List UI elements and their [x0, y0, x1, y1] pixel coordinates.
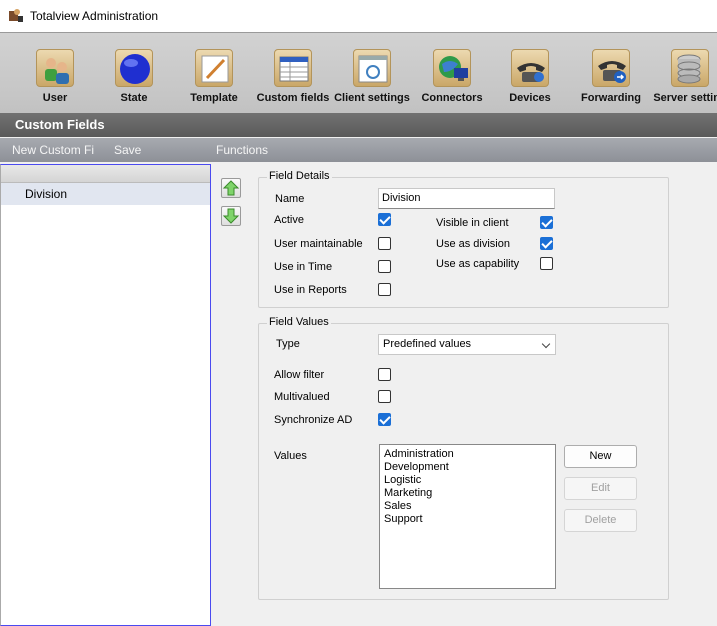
section-title: Custom Fields	[0, 113, 717, 137]
toolbar-server-setting-button[interactable]: Server setting	[650, 49, 717, 104]
delete-value-button[interactable]: Delete	[564, 509, 637, 532]
values-list-item[interactable]: Support	[384, 513, 555, 526]
type-select[interactable]: Predefined values	[378, 334, 556, 355]
use-in-time-checkbox[interactable]	[378, 260, 391, 273]
new-value-button[interactable]: New	[564, 445, 637, 468]
custom-fields-icon	[274, 49, 312, 87]
values-list-item[interactable]: Administration	[384, 448, 555, 461]
client-settings-icon	[353, 49, 391, 87]
arrow-down-icon	[222, 208, 240, 224]
type-select-value: Predefined values	[383, 338, 472, 350]
toolbar-label: Devices	[509, 92, 551, 104]
use-in-reports-label: Use in Reports	[274, 284, 347, 296]
toolbar-label: Client settings	[334, 92, 410, 104]
main-toolbar: User State Template Custom fields Client…	[0, 32, 717, 137]
toolbar-user-button[interactable]: User	[15, 49, 95, 104]
toolbar-label: Template	[190, 92, 238, 104]
toolbar-connectors-button[interactable]: Connectors	[412, 49, 492, 104]
values-list-item[interactable]: Logistic	[384, 474, 555, 487]
devices-phone-icon	[511, 49, 549, 87]
move-down-button[interactable]	[221, 206, 241, 226]
toolbar-forwarding-button[interactable]: Forwarding	[571, 49, 651, 104]
values-list-item[interactable]: Development	[384, 461, 555, 474]
move-up-button[interactable]	[221, 178, 241, 198]
multivalued-checkbox[interactable]	[378, 390, 391, 403]
field-list-panel: Division	[0, 164, 211, 626]
app-logo-icon	[8, 8, 24, 24]
use-as-capability-label: Use as capability	[436, 258, 520, 270]
active-checkbox[interactable]	[378, 213, 391, 226]
toolbar-template-button[interactable]: Template	[174, 49, 254, 104]
toolbar-client-settings-button[interactable]: Client settings	[332, 49, 412, 104]
title-bar: Totalview Administration	[0, 0, 717, 32]
field-list-header	[1, 165, 210, 183]
use-as-division-checkbox[interactable]	[540, 237, 553, 250]
toolbar-label: Custom fields	[256, 92, 330, 104]
values-label: Values	[274, 450, 307, 462]
active-label: Active	[274, 214, 304, 226]
toolbar-label: Connectors	[421, 92, 483, 104]
toolbar-devices-button[interactable]: Devices	[490, 49, 570, 104]
values-list-item[interactable]: Marketing	[384, 487, 555, 500]
toolbar-state-button[interactable]: State	[94, 49, 174, 104]
allow-filter-label: Allow filter	[274, 369, 325, 381]
users-icon	[36, 49, 74, 87]
menu-bar: New Custom Fi Save Functions	[0, 138, 717, 162]
use-in-time-label: Use in Time	[274, 261, 333, 273]
allow-filter-checkbox[interactable]	[378, 368, 391, 381]
chevron-down-icon	[541, 339, 551, 349]
window-title: Totalview Administration	[30, 9, 159, 23]
use-in-reports-checkbox[interactable]	[378, 283, 391, 296]
arrow-up-icon	[222, 180, 240, 196]
synchronize-ad-checkbox[interactable]	[378, 413, 391, 426]
field-values-title: Field Values	[267, 316, 331, 328]
toolbar-label: Server setting	[653, 92, 717, 104]
toolbar-label: Forwarding	[581, 92, 641, 104]
values-list-item[interactable]: Sales	[384, 500, 555, 513]
connectors-icon	[433, 49, 471, 87]
toolbar-custom-fields-button[interactable]: Custom fields	[253, 49, 333, 104]
use-as-division-label: Use as division	[436, 238, 510, 250]
template-icon	[195, 49, 233, 87]
visible-in-client-checkbox[interactable]	[540, 216, 553, 229]
toolbar-label: User	[42, 92, 68, 104]
user-maintainable-checkbox[interactable]	[378, 237, 391, 250]
user-maintainable-label: User maintainable	[274, 238, 363, 250]
toolbar-label: State	[120, 92, 148, 104]
functions-menu[interactable]: Functions	[216, 143, 268, 157]
field-list-item[interactable]: Division	[1, 183, 210, 205]
name-label: Name	[275, 193, 305, 205]
save-menu[interactable]: Save	[114, 143, 141, 157]
visible-in-client-label: Visible in client	[436, 217, 509, 229]
synchronize-ad-label: Synchronize AD	[274, 414, 353, 426]
forwarding-phone-icon	[592, 49, 630, 87]
field-details-title: Field Details	[267, 170, 332, 182]
new-custom-field-menu[interactable]: New Custom Fi	[12, 143, 94, 157]
edit-value-button[interactable]: Edit	[564, 477, 637, 500]
use-as-capability-checkbox[interactable]	[540, 257, 553, 270]
values-listbox[interactable]: Administration Development Logistic Mark…	[379, 444, 556, 589]
type-label: Type	[276, 338, 300, 350]
server-database-icon	[671, 49, 709, 87]
name-input[interactable]: Division	[378, 188, 555, 209]
state-orb-icon	[115, 49, 153, 87]
multivalued-label: Multivalued	[274, 391, 330, 403]
